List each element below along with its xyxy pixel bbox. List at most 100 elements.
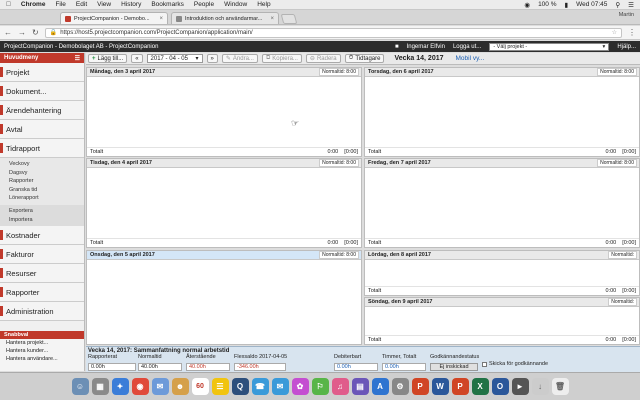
menu-list-icon[interactable]: ☰ — [628, 1, 634, 9]
week-summary: Vecka 14, 2017: Sammanfattning normal ar… — [86, 346, 640, 372]
sidebar-item-resurser[interactable]: Resurser — [0, 264, 84, 284]
quick-item-projekt[interactable]: Hantera projekt... — [0, 339, 84, 347]
approval-status-button[interactable]: Ej inskickad — [430, 363, 478, 371]
back-icon[interactable]: ← — [4, 28, 12, 37]
close-tab-icon[interactable]: × — [159, 16, 163, 22]
sub-item-veckovy[interactable]: Veckovy — [9, 160, 84, 169]
sub-item-rapporter[interactable]: Rapporter — [9, 177, 84, 186]
add-button[interactable]: + Lägg till... — [88, 54, 128, 63]
day-pane-sunday[interactable]: Söndag, den 9 april 2017 Normaltid: Total… — [364, 297, 640, 345]
messages-icon[interactable]: ✉ — [271, 378, 289, 395]
url-bar[interactable]: 🔒 https://host5.projectcompanion.com/Pro… — [44, 27, 622, 38]
clock[interactable]: Wed 07:45 — [576, 1, 607, 8]
summary-label-normaltid: Normaltid — [138, 354, 162, 360]
sidebar-item-rapporter[interactable]: Rapporter — [0, 283, 84, 303]
forward-icon[interactable]: → — [18, 28, 26, 37]
quick-item-kunder[interactable]: Hantera kunder... — [0, 347, 84, 355]
profile-name[interactable]: Martin — [619, 12, 634, 18]
day-pane-saturday[interactable]: Lördag, den 8 april 2017 Normaltid: Total… — [364, 250, 640, 296]
search-icon[interactable]: ⚲ — [615, 1, 620, 9]
contacts-icon[interactable]: ☻ — [171, 378, 189, 395]
sub-item-importera[interactable]: Importera — [9, 216, 84, 225]
powerpoint-2-icon[interactable]: P — [451, 378, 469, 395]
menu-help[interactable]: Help — [257, 1, 270, 8]
send-approval-checkbox[interactable] — [482, 361, 487, 367]
excel-icon[interactable]: X — [471, 378, 489, 395]
day-pane-wednesday[interactable]: Onsdag, den 5 april 2017 Normaltid: 8:00 — [86, 250, 362, 345]
downloads-icon[interactable]: ↓ — [531, 378, 549, 395]
safari-icon[interactable]: ✦ — [111, 378, 129, 395]
day-pane-monday[interactable]: Måndag, den 3 april 2017 Normaltid: 8:00 … — [86, 67, 362, 157]
menu-bookmarks[interactable]: Bookmarks — [151, 1, 184, 8]
launchpad-icon[interactable]: ▦ — [91, 378, 109, 395]
preferences-icon[interactable]: ⚙ — [391, 378, 409, 395]
timer-button[interactable]: ⏱ Tidtagare — [344, 54, 385, 63]
help-link[interactable]: Hjälp... — [617, 44, 636, 50]
send-approval-option[interactable]: Skicka för godkännande — [482, 361, 548, 367]
maps-icon[interactable]: ⚐ — [311, 378, 329, 395]
finder-icon[interactable]: ☺ — [71, 378, 89, 395]
day-pane-tuesday[interactable]: Tisdag, den 4 april 2017 Normaltid: 8:00 … — [86, 158, 362, 248]
sidebar-item-tidrapport[interactable]: Tidrapport — [0, 139, 84, 158]
new-tab-button[interactable] — [280, 14, 298, 24]
facetime-icon[interactable]: ☎ — [251, 378, 269, 395]
sidebar-item-avtal[interactable]: Avtal — [0, 120, 84, 139]
reload-icon[interactable]: ↻ — [32, 28, 39, 37]
wifi-icon[interactable]: ◉ — [524, 1, 530, 9]
chrome-icon[interactable]: ◉ — [131, 378, 149, 395]
sidebar-item-fakturor[interactable]: Fakturor — [0, 245, 84, 265]
appstore-icon[interactable]: A — [371, 378, 389, 395]
sub-item-lonerapport[interactable]: Lönerapport — [9, 194, 84, 203]
star-icon[interactable]: ☆ — [612, 29, 617, 36]
logout-link[interactable]: Logga ut... — [453, 44, 481, 50]
project-select[interactable]: - Välj projekt - ▾ — [489, 42, 610, 51]
tab-projectcompanion[interactable]: ProjectCompanion - Demobo... × — [60, 12, 168, 24]
tab-introduktion[interactable]: Introduktion och användarmar... × — [171, 12, 279, 24]
menu-edit[interactable]: Edit — [76, 1, 87, 8]
word-icon[interactable]: W — [431, 378, 449, 395]
sub-item-exportera[interactable]: Exportera — [9, 207, 84, 216]
hamburger-icon[interactable]: ☰ — [75, 55, 80, 62]
sidebar-item-kostnader[interactable]: Kostnader — [0, 226, 84, 246]
mail-icon[interactable]: ✉ — [151, 378, 169, 395]
sub-item-granska-tid[interactable]: Granska tid — [9, 186, 84, 195]
sub-item-dagsvy[interactable]: Dagsvy — [9, 169, 84, 178]
day-pane-thursday[interactable]: Torsdag, den 6 april 2017 Normaltid: 8:00… — [364, 67, 640, 157]
sidebar-item-projekt[interactable]: Projekt — [0, 63, 84, 82]
quick-item-anvandare[interactable]: Hantera användare... — [0, 355, 84, 363]
outlook-icon[interactable]: O — [491, 378, 509, 395]
favicon-icon — [176, 15, 182, 22]
mobile-view-link[interactable]: Mobil vy... — [456, 55, 485, 62]
menu-chrome[interactable]: Chrome — [21, 1, 46, 8]
app-header: ProjectCompanion - Demobolaget AB - Proj… — [0, 41, 640, 52]
day-pane-friday[interactable]: Fredag, den 7 april 2017 Normaltid: 8:00 … — [364, 158, 640, 248]
menu-window[interactable]: Window — [224, 1, 247, 8]
itunes-icon[interactable]: ♫ — [331, 378, 349, 395]
menu-dots-icon[interactable]: ⋮ — [628, 28, 636, 37]
apple-icon[interactable]:  — [6, 1, 11, 8]
date-select[interactable]: 2017 - 04 - 05 ▾ — [146, 54, 203, 63]
sidebar-item-administration[interactable]: Administration — [0, 302, 84, 322]
next-week-button[interactable]: » — [206, 54, 218, 63]
sidebar-item-arendehantering[interactable]: Ärendehantering — [0, 101, 84, 120]
delete-button[interactable]: ⊖ Radera — [305, 54, 341, 63]
menu-view[interactable]: View — [97, 1, 111, 8]
menu-history[interactable]: History — [121, 1, 141, 8]
powerpoint-icon[interactable]: P — [411, 378, 429, 395]
menu-people[interactable]: People — [194, 1, 214, 8]
copy-button[interactable]: ⧉ Kopiera... — [261, 54, 302, 63]
photos-icon[interactable]: ✿ — [291, 378, 309, 395]
trash-icon[interactable]: 🗑 — [551, 378, 569, 395]
close-tab-icon[interactable]: × — [270, 16, 274, 22]
quicktime-icon[interactable]: Q — [231, 378, 249, 395]
edit-button[interactable]: ✎ Ändra... — [221, 54, 258, 63]
terminal-icon[interactable]: ► — [511, 378, 529, 395]
battery-level[interactable]: 100 % — [538, 1, 556, 8]
ibooks-icon[interactable]: ▤ — [351, 378, 369, 395]
prev-week-button[interactable]: « — [131, 54, 143, 63]
notes-icon[interactable]: ☰ — [211, 378, 229, 395]
menu-file[interactable]: File — [55, 1, 65, 8]
calendar-icon[interactable]: 60 — [191, 378, 209, 395]
user-name[interactable]: Ingemar Elfvin — [407, 44, 445, 50]
sidebar-item-dokument[interactable]: Dokument... — [0, 82, 84, 101]
